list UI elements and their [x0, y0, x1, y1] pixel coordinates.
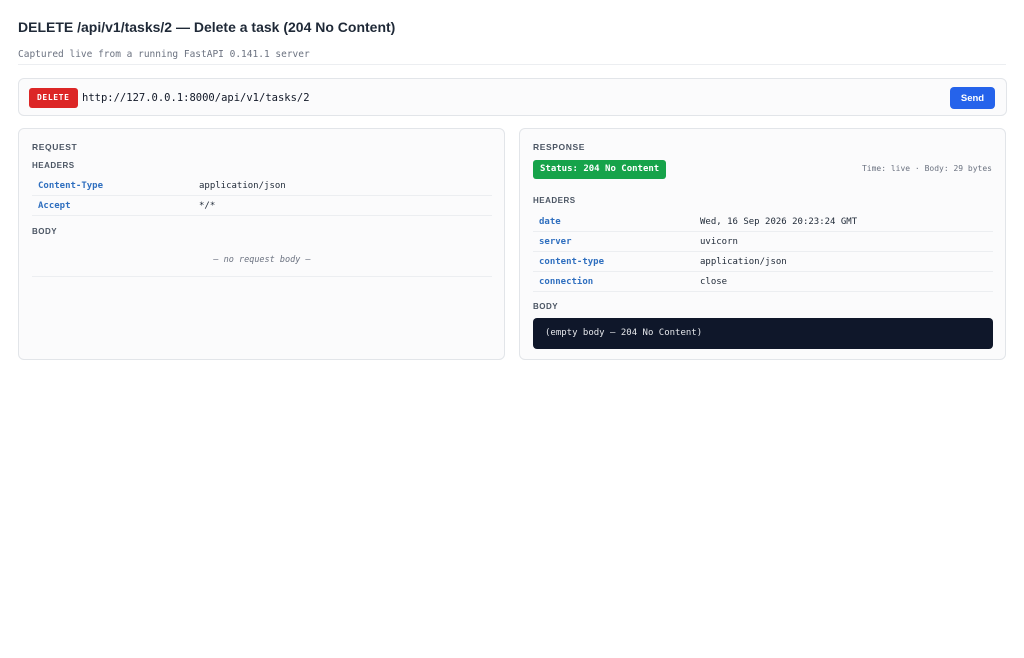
status-badge: Status: 204 No Content: [533, 160, 667, 179]
response-body-label: BODY: [533, 302, 559, 311]
request-headers-label: HEADERS: [32, 161, 75, 170]
table-row: content-type application/json: [533, 252, 993, 272]
response-headers-label: HEADERS: [533, 196, 576, 205]
send-button[interactable]: Send: [950, 87, 995, 109]
response-meta: Time: live · Body: 29 bytes: [861, 164, 992, 173]
header-divider: [18, 64, 1006, 65]
header-key: Content-Type: [38, 181, 104, 191]
header-value: uvicorn: [700, 237, 738, 247]
url-input[interactable]: http://127.0.0.1:8000/api/v1/tasks/2: [82, 90, 310, 106]
table-row: date Wed, 16 Sep 2026 20:23:24 GMT: [533, 212, 993, 232]
request-body-placeholder: — no request body —: [32, 253, 492, 277]
page-subtitle: Captured live from a running FastAPI 0.1…: [18, 49, 310, 60]
response-headers-table: date Wed, 16 Sep 2026 20:23:24 GMT serve…: [533, 212, 993, 292]
response-body-code: (empty body — 204 No Content): [533, 318, 993, 349]
table-row: Content-Type application/json: [32, 176, 492, 196]
request-headers-table: Content-Type application/json Accept */*: [32, 176, 492, 216]
table-row: server uvicorn: [533, 232, 993, 252]
method-badge[interactable]: DELETE: [29, 88, 78, 108]
request-body-label: BODY: [32, 227, 58, 236]
request-panel: REQUEST HEADERS Content-Type application…: [18, 128, 505, 360]
header-value: close: [700, 277, 728, 287]
response-panel: RESPONSE Status: 204 No Content Time: li…: [519, 128, 1006, 360]
header-key: content-type: [539, 257, 605, 267]
header-key: date: [539, 217, 561, 227]
header-value: */*: [199, 201, 216, 211]
page-header: DELETE /api/v1/tasks/2 — Delete a task (…: [18, 18, 1006, 60]
header-value: application/json: [199, 181, 286, 191]
url-bar: DELETE http://127.0.0.1:8000/api/v1/task…: [18, 78, 1007, 116]
header-key: Accept: [38, 201, 71, 211]
header-value: application/json: [700, 257, 787, 267]
table-row: connection close: [533, 272, 993, 292]
table-row: Accept */*: [32, 196, 492, 216]
header-value: Wed, 16 Sep 2026 20:23:24 GMT: [700, 217, 858, 227]
page-title: DELETE /api/v1/tasks/2 — Delete a task (…: [18, 19, 396, 35]
header-key: connection: [539, 277, 594, 287]
response-panel-title: RESPONSE: [533, 142, 586, 152]
header-key: server: [539, 237, 572, 247]
request-panel-title: REQUEST: [32, 142, 78, 152]
